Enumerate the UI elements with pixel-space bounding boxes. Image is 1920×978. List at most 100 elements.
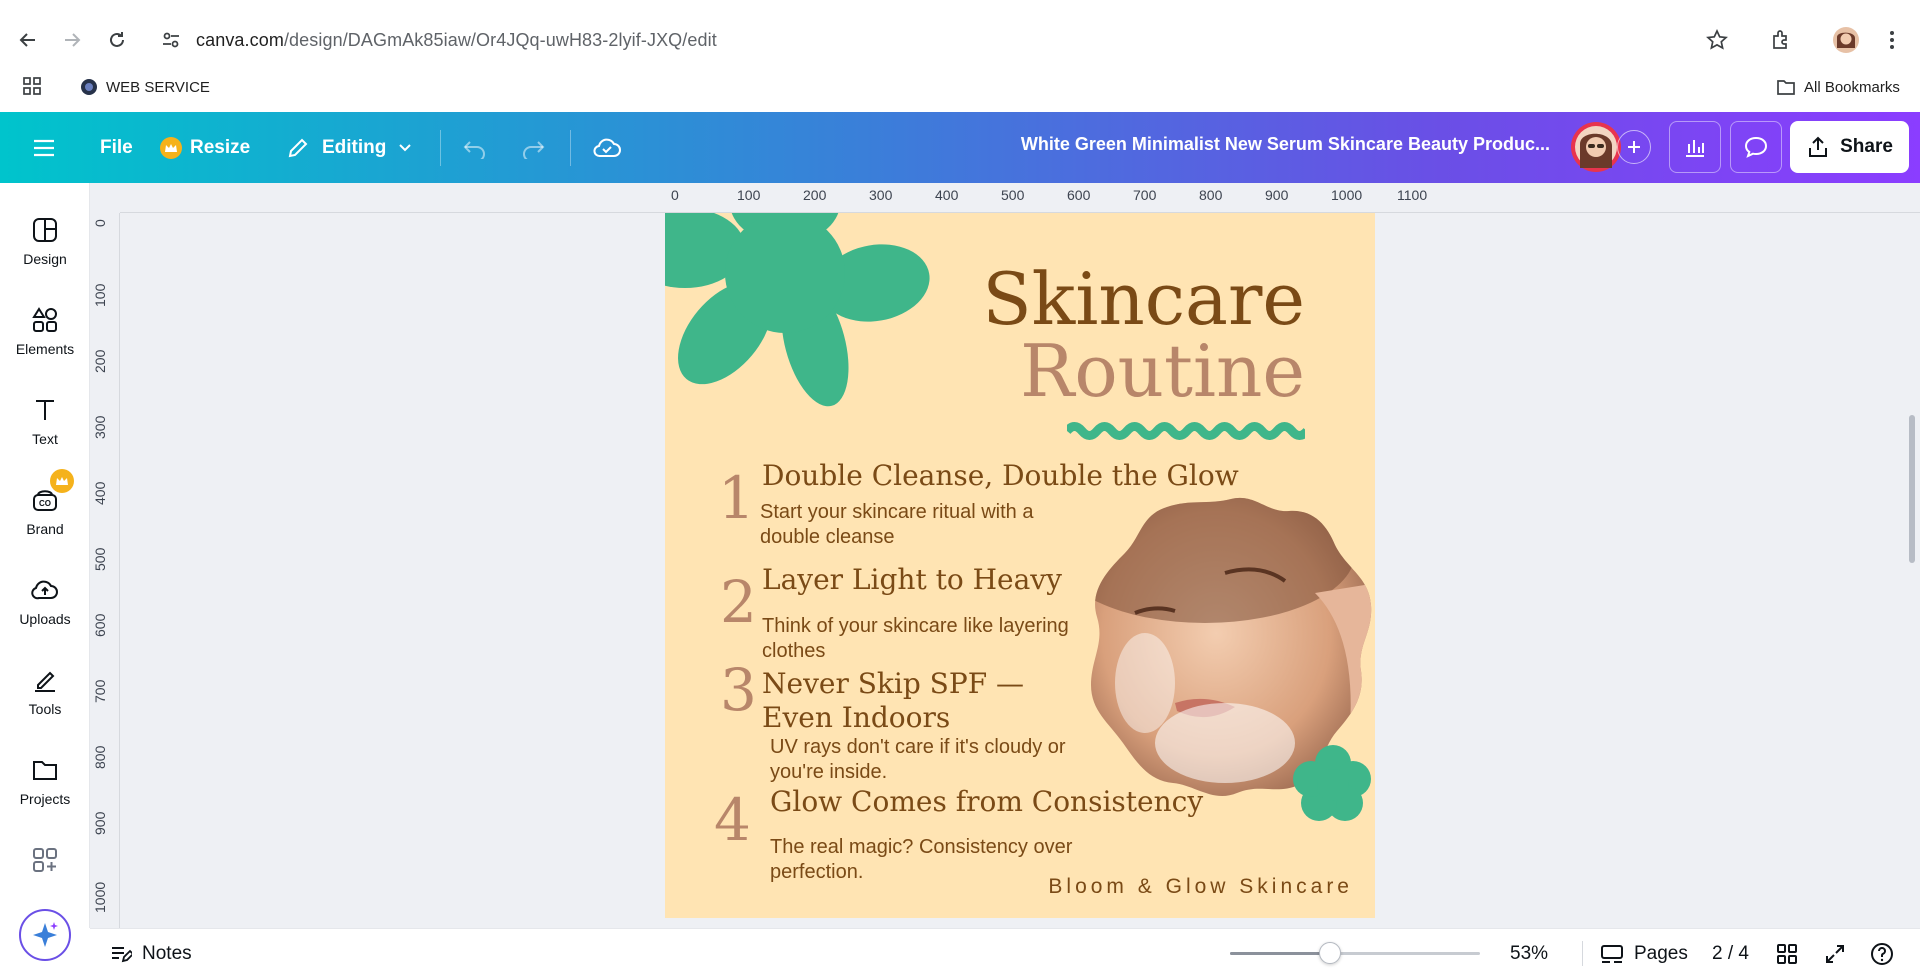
share-upload-icon (1809, 136, 1828, 157)
flower-shape-large[interactable] (665, 213, 945, 413)
fullscreen-icon[interactable] (1824, 929, 1846, 978)
ruler-label: 300 (92, 415, 108, 439)
editor-topbar: File Resize Editing White Green Minimali… (0, 112, 1920, 183)
add-collaborator-icon[interactable] (1617, 130, 1651, 164)
editing-mode-dropdown[interactable]: Editing (286, 112, 412, 183)
ruler-label: 100 (92, 283, 108, 307)
sidebar-label: Elements (15, 341, 75, 357)
step-number[interactable]: 4 (714, 791, 751, 849)
step-heading[interactable]: Never Skip SPF — Even Indoors (762, 667, 1102, 734)
pages-button[interactable]: Pages (1600, 929, 1688, 978)
extensions-icon[interactable] (1767, 26, 1795, 54)
ruler-label: 1100 (1397, 187, 1428, 203)
design-layout-icon (33, 218, 57, 242)
document-title[interactable]: White Green Minimalist New Serum Skincar… (960, 134, 1550, 155)
notes-icon (112, 946, 132, 962)
notes-button[interactable]: Notes (110, 929, 192, 978)
magic-assistant-button[interactable] (19, 909, 71, 961)
pencil-icon (288, 138, 308, 157)
browser-menu-icon[interactable] (1878, 26, 1906, 54)
sidebar-item-text[interactable]: Text (0, 393, 90, 473)
sidebar-item-elements[interactable]: Elements (0, 303, 90, 383)
apps-grid-icon[interactable] (22, 76, 42, 96)
ruler-label: 1000 (1331, 187, 1363, 203)
back-icon[interactable] (14, 26, 42, 54)
step-heading[interactable]: Glow Comes from Consistency (770, 785, 1203, 819)
zoom-slider-track[interactable] (1230, 942, 1480, 964)
title-routine[interactable]: Routine (1020, 335, 1305, 407)
ruler-label: 0 (671, 187, 679, 203)
step-number[interactable]: 1 (718, 469, 755, 527)
sidebar-label: Brand (26, 521, 64, 537)
step-number[interactable]: 2 (720, 573, 757, 631)
help-icon[interactable] (1870, 929, 1894, 978)
insights-chart-icon[interactable] (1669, 121, 1721, 173)
svg-text:CO: CO (39, 499, 51, 508)
all-bookmarks[interactable]: All Bookmarks (1776, 78, 1900, 96)
step-body[interactable]: UV rays don't care if it's cloudy or you… (770, 735, 1100, 785)
sidebar-label: Text (32, 431, 58, 447)
grid-view-icon[interactable] (1776, 929, 1798, 978)
sidebar-item-uploads[interactable]: Uploads (0, 573, 90, 653)
title-skincare[interactable]: Skincare (982, 263, 1305, 335)
undo-icon[interactable] (462, 112, 488, 183)
zoom-level[interactable]: 53% (1510, 929, 1548, 978)
ruler-label: 400 (92, 481, 108, 505)
page-indicator: 2 / 4 (1712, 942, 1749, 964)
toolbar-divider (570, 130, 571, 166)
collaborator-avatar[interactable] (1571, 122, 1621, 172)
bookmark-web-service[interactable]: WEB SERVICE (80, 78, 210, 96)
ruler-label: 700 (92, 679, 108, 703)
file-menu[interactable]: File (100, 112, 133, 183)
ruler-label: 0 (92, 219, 108, 227)
site-settings-icon[interactable] (157, 26, 185, 54)
step-number[interactable]: 3 (720, 661, 757, 719)
step-heading[interactable]: Double Cleanse, Double the Glow (762, 459, 1239, 493)
forward-icon[interactable] (58, 26, 86, 54)
comments-icon[interactable] (1730, 121, 1782, 173)
ruler-label: 900 (1265, 187, 1289, 203)
address-bar[interactable]: canva.com/design/DAGmAk85iaw/Or4JQq-uwH8… (196, 30, 717, 51)
sidebar-item-design[interactable]: Design (0, 213, 90, 293)
flower-shape-small[interactable] (1293, 743, 1373, 823)
vertical-scrollbar[interactable] (1909, 415, 1915, 563)
editing-label: Editing (322, 136, 387, 158)
bookmarks-bar: WEB SERVICE All Bookmarks (0, 70, 1920, 112)
chevron-down-icon (399, 143, 412, 151)
brand-name[interactable]: Bloom & Glow Skincare (1048, 875, 1353, 899)
bookmark-label: WEB SERVICE (106, 78, 210, 96)
ruler-label: 400 (935, 187, 959, 203)
main-menu-icon[interactable] (32, 112, 56, 183)
sidebar-label: Design (23, 251, 67, 267)
tools-pen-icon (35, 671, 55, 692)
ruler-label: 500 (1001, 187, 1025, 203)
file-label: File (100, 136, 133, 158)
ruler-label: 600 (92, 613, 108, 637)
ruler-label: 800 (92, 745, 108, 769)
step-body[interactable]: Think of your skincare like layering clo… (762, 614, 1092, 664)
ruler-label: 200 (803, 187, 827, 203)
reload-icon[interactable] (103, 26, 131, 54)
step-heading[interactable]: Layer Light to Heavy (762, 563, 1062, 597)
premium-crown-icon (50, 469, 74, 493)
url-path: /design/DAGmAk85iaw/Or4JQq-uwH83-2lyif-J… (283, 30, 717, 50)
sidebar-item-tools[interactable]: Tools (0, 663, 90, 743)
wavy-line-shape[interactable] (1067, 420, 1305, 442)
pages-icon (1601, 944, 1623, 963)
redo-icon[interactable] (520, 112, 546, 183)
profile-avatar[interactable] (1832, 26, 1860, 54)
share-button[interactable]: Share (1790, 121, 1909, 173)
cloud-saved-icon[interactable] (592, 112, 622, 183)
sidebar-item-projects[interactable]: Projects (0, 753, 90, 833)
sidebar-item-brand[interactable]: CO Brand (0, 483, 90, 563)
ruler-label: 600 (1067, 187, 1091, 203)
design-page[interactable]: Skincare Routine 1 Double Cleanse, Doubl… (665, 213, 1375, 918)
folder-icon (1777, 80, 1795, 95)
resize-button[interactable]: Resize (160, 112, 250, 183)
zoom-slider-thumb[interactable] (1319, 942, 1341, 964)
step-body[interactable]: Start your skincare ritual with a double… (760, 500, 1060, 550)
sidebar-label: Uploads (19, 611, 71, 627)
sidebar-label: Projects (19, 791, 71, 807)
bookmark-star-icon[interactable] (1703, 26, 1731, 54)
all-bookmarks-label: All Bookmarks (1804, 78, 1900, 96)
